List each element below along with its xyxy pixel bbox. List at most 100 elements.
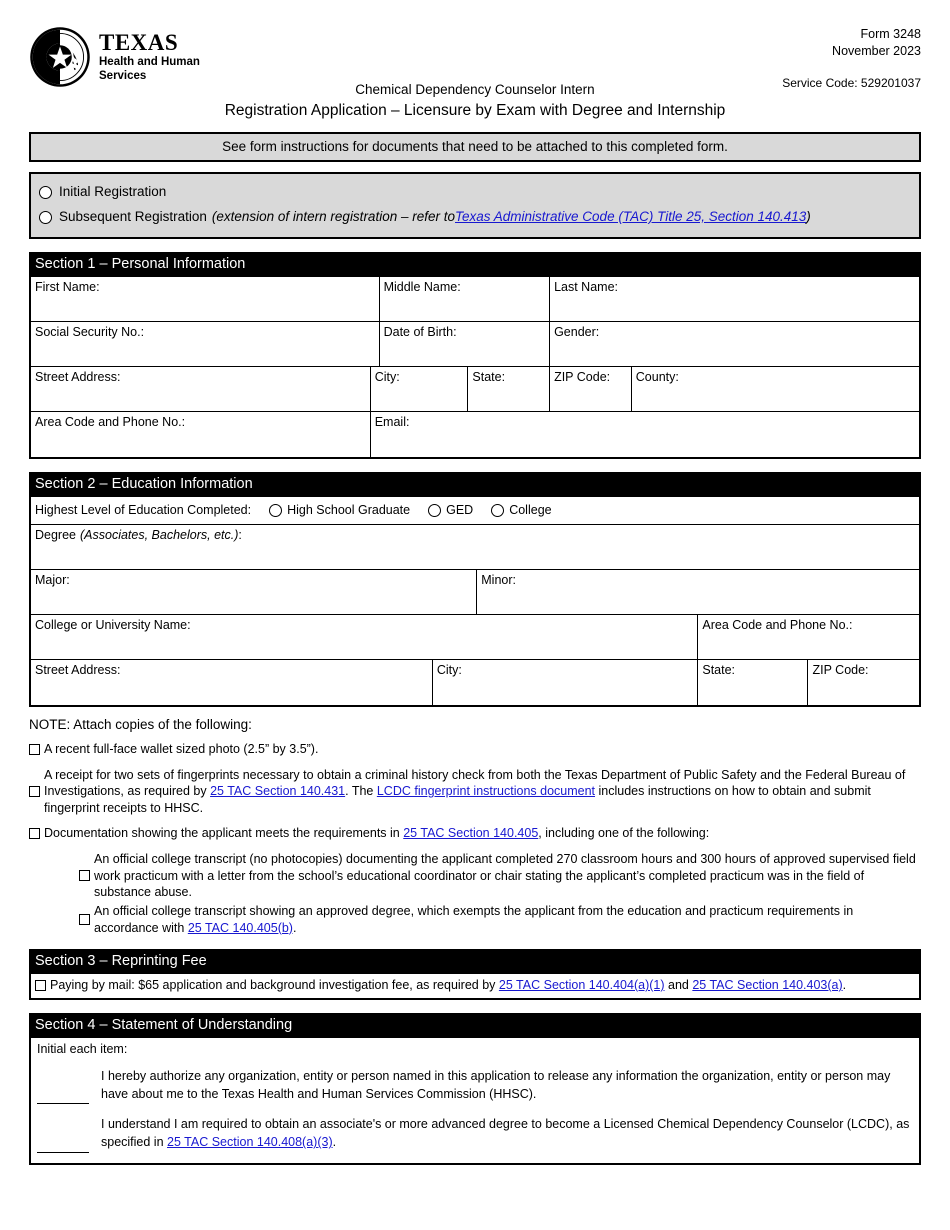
field-college-phone[interactable]: Area Code and Phone No.: [697, 614, 919, 661]
field-zip[interactable]: ZIP Code: [549, 366, 632, 413]
education-option-college[interactable]: College [491, 503, 552, 518]
radio-high-school-icon[interactable] [269, 503, 283, 517]
field-county[interactable]: County: [630, 366, 919, 413]
section-4-heading: Section 4 – Statement of Understanding [29, 1013, 921, 1038]
tac-140-405b-link[interactable]: 25 TAC 140.405(b) [188, 921, 293, 935]
list-item[interactable]: Paying by mail: $65 application and back… [35, 977, 913, 994]
table-row: Street Address: City: State: ZIP Code: C… [31, 366, 919, 413]
checkbox-documentation-label: Documentation showing the applicant meet… [44, 825, 921, 842]
table-row: Degree (Associates, Bachelors, etc.): [31, 524, 919, 571]
field-major[interactable]: Major: [31, 569, 478, 616]
field-phone[interactable]: Area Code and Phone No.: [31, 411, 371, 457]
table-row: First Name: Middle Name: Last Name: [31, 276, 919, 323]
list-item[interactable]: A receipt for two sets of fingerprints n… [29, 767, 921, 817]
field-email[interactable]: Email: [369, 411, 919, 457]
documentation-text-2: , including one of the following: [538, 826, 710, 841]
checkbox-transcript-practicum-label: An official college transcript (no photo… [94, 852, 916, 900]
radio-initial-registration-icon[interactable] [39, 185, 52, 199]
checkbox-documentation-icon[interactable] [29, 828, 40, 840]
radio-ged-icon[interactable] [428, 503, 442, 517]
field-middle-name[interactable]: Middle Name: [378, 276, 551, 323]
initial-registration-option[interactable]: Initial Registration [39, 180, 911, 205]
table-row: Area Code and Phone No.: Email: [31, 411, 919, 457]
hhs-logo: TEXAS Health and Human Services [29, 26, 200, 88]
list-item: I understand I am required to obtain an … [37, 1115, 911, 1153]
note-title: NOTE: Attach copies of the following: [29, 716, 252, 732]
fee-text-3: . [842, 978, 847, 993]
field-last-name[interactable]: Last Name: [549, 276, 919, 323]
list-item[interactable]: A recent full-face wallet sized photo (2… [29, 741, 921, 758]
table-row: Major: Minor: [31, 569, 919, 616]
initial-registration-label: Initial Registration [59, 184, 167, 199]
field-degree-colon: : [238, 527, 242, 542]
tac-140-404a1-link[interactable]: 25 TAC Section 140.404(a)(1) [499, 978, 665, 992]
field-degree[interactable]: Degree (Associates, Bachelors, etc.): [31, 524, 919, 571]
checkbox-transcript-degree-label: An official college transcript showing a… [94, 903, 921, 936]
page-header: TEXAS Health and Human Services Form 324… [29, 0, 921, 119]
transcript-degree-text-2: . [292, 920, 297, 935]
checkbox-fingerprints-label: A receipt for two sets of fingerprints n… [44, 767, 921, 817]
tac-140-405-link[interactable]: 25 TAC Section 140.405 [403, 826, 538, 840]
field-college-zip[interactable]: ZIP Code: [807, 659, 919, 705]
subsequent-registration-label: Subsequent Registration [59, 208, 207, 224]
attachment-checklist: A recent full-face wallet sized photo (2… [29, 741, 921, 936]
field-degree-hint: (Associates, Bachelors, etc.) [80, 527, 239, 542]
tac-140-431-link[interactable]: 25 TAC Section 140.431 [210, 784, 345, 798]
lcdc-fingerprint-instructions-link[interactable]: LCDC fingerprint instructions document [377, 784, 595, 798]
field-ssn[interactable]: Social Security No.: [31, 321, 380, 368]
checkbox-pay-by-mail-icon[interactable] [35, 980, 46, 992]
tac-140-413-link[interactable]: Texas Administrative Code (TAC) Title 25… [455, 206, 806, 229]
checkbox-pay-by-mail-label: Paying by mail: $65 application and back… [50, 977, 913, 994]
subsequent-note-post: ) [806, 208, 811, 224]
documentation-text-1: Documentation showing the applicant meet… [44, 826, 404, 841]
education-option-ged[interactable]: GED [428, 503, 473, 517]
instruction-bar: See form instructions for documents that… [29, 132, 921, 162]
table-row: College or University Name: Area Code an… [31, 614, 919, 661]
checkbox-photo-icon[interactable] [29, 743, 40, 755]
list-item[interactable]: Documentation showing the applicant meet… [29, 825, 921, 842]
initial-each-item-label: Initial each item: [37, 1042, 128, 1056]
field-first-name[interactable]: First Name: [31, 276, 380, 323]
checkbox-transcript-degree-icon[interactable] [79, 914, 90, 925]
education-option-ged-label: GED [446, 503, 474, 518]
field-minor[interactable]: Minor: [476, 569, 919, 616]
page-title: Chemical Dependency Counselor Intern Reg… [29, 80, 921, 122]
initials-field-1[interactable] [37, 1069, 89, 1105]
field-street-address[interactable]: Street Address: [31, 366, 371, 413]
field-state[interactable]: State: [467, 366, 551, 413]
field-gender[interactable]: Gender: [549, 321, 919, 368]
section-2-fields: Highest Level of Education Completed: Hi… [29, 496, 921, 707]
checkbox-fingerprints-icon[interactable] [29, 785, 40, 797]
field-city[interactable]: City: [369, 366, 469, 413]
form-date: November 2023 [832, 43, 921, 58]
title-main: Registration Application – Licensure by … [224, 101, 726, 119]
form-meta: Form 3248 November 2023 [832, 26, 921, 60]
field-college-street[interactable]: Street Address: [31, 659, 433, 705]
section-1-heading: Section 1 – Personal Information [29, 251, 921, 277]
field-dob[interactable]: Date of Birth: [378, 321, 551, 368]
list-item: I hereby authorize any organization, ent… [37, 1067, 911, 1105]
field-college-state[interactable]: State: [697, 659, 809, 705]
list-item[interactable]: An official college transcript (no photo… [29, 851, 921, 901]
form-number: Form 3248 [860, 27, 921, 41]
fee-text-1: Paying by mail: $65 application and back… [50, 978, 499, 993]
education-option-high-school[interactable]: High School Graduate [269, 503, 410, 517]
education-option-high-school-label: High School Graduate [287, 503, 411, 518]
field-college-name[interactable]: College or University Name: [31, 614, 699, 661]
tac-140-408a3-link[interactable]: 25 TAC Section 140.408(a)(3) [167, 1135, 333, 1149]
logo-wordmark: TEXAS Health and Human Services [99, 30, 200, 84]
initials-field-2[interactable] [37, 1118, 89, 1153]
tac-140-403a-link[interactable]: 25 TAC Section 140.403(a) [692, 978, 842, 992]
form-page: TEXAS Health and Human Services Form 324… [0, 0, 950, 1230]
radio-college-icon[interactable] [491, 503, 505, 517]
education-option-college-label: College [509, 503, 552, 518]
logo-line-1: Health and Human [99, 55, 200, 68]
field-college-city[interactable]: City: [431, 659, 699, 705]
subsequent-registration-option[interactable]: Subsequent Registration (extension of in… [39, 205, 911, 230]
list-item[interactable]: An official college transcript showing a… [29, 903, 921, 936]
radio-subsequent-registration-icon[interactable] [39, 210, 52, 224]
checkbox-transcript-practicum-icon[interactable] [79, 870, 90, 882]
section-3-fee-box: Paying by mail: $65 application and back… [29, 974, 921, 1000]
registration-type-box: Initial Registration Subsequent Registra… [29, 172, 921, 239]
highest-education-row: Highest Level of Education Completed: Hi… [31, 497, 919, 525]
